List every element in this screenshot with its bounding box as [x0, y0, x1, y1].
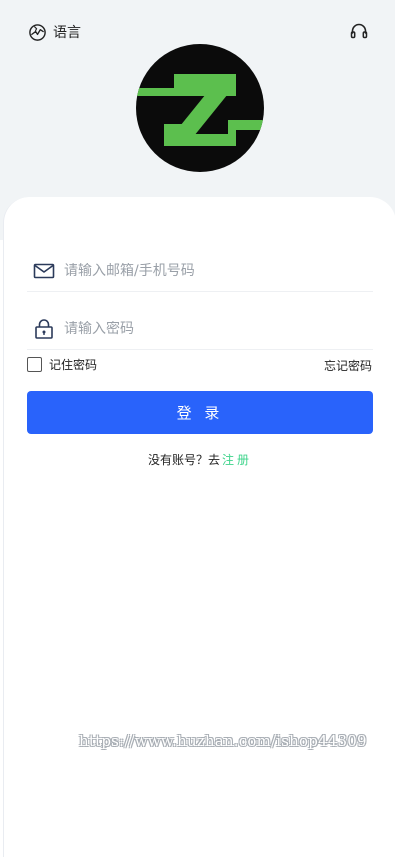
watermark: https://www.huzhan.com/ishop44309: [79, 732, 367, 750]
remember-password[interactable]: 记住密码: [27, 356, 97, 373]
language-button[interactable]: 语言: [28, 22, 81, 42]
forgot-password-link[interactable]: 忘记密码: [324, 357, 372, 374]
login-button[interactable]: 登 录: [27, 391, 373, 434]
headset-icon: [349, 21, 369, 41]
remember-checkbox[interactable]: [27, 357, 42, 372]
login-card: [3, 197, 395, 857]
register-link[interactable]: 注册: [222, 453, 252, 467]
remember-label: 记住密码: [49, 358, 98, 372]
email-field: [27, 251, 373, 292]
z-logo-icon: [136, 44, 264, 172]
no-account-text: 没有账号？去: [147, 453, 220, 467]
customer-service-button[interactable]: [349, 21, 369, 41]
app-logo: [136, 44, 264, 172]
email-input[interactable]: [64, 263, 344, 279]
mail-icon: [33, 260, 55, 282]
password-field: [27, 309, 373, 350]
password-input[interactable]: [64, 321, 344, 337]
language-label: 语言: [53, 25, 81, 41]
lock-icon: [33, 318, 55, 340]
register-prompt: 没有账号？去 注册: [0, 451, 395, 468]
globe-icon: [28, 23, 47, 42]
